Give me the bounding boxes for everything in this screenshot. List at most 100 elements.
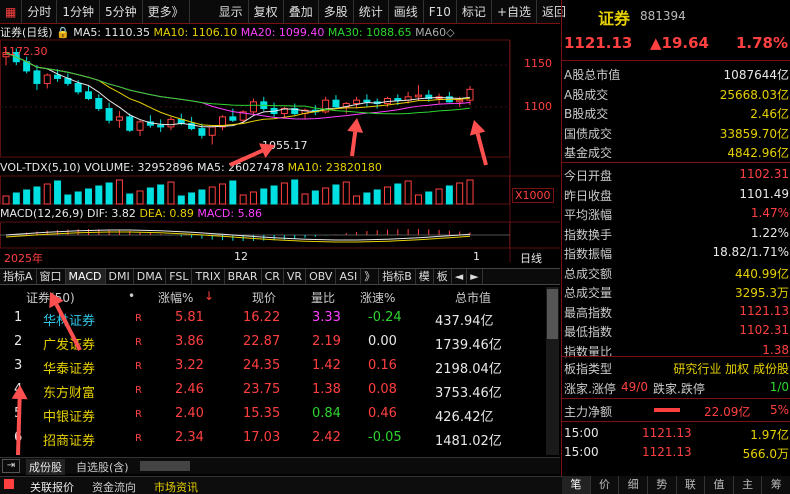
tab-more[interactable]: 更多》 [143, 0, 190, 24]
volume-bar [249, 191, 257, 205]
grid-icon[interactable]: ▦ [0, 0, 23, 24]
cell-price: 24.35 [243, 358, 281, 373]
cell-name: 华泰证券 [43, 362, 96, 377]
quote-tab[interactable]: 主 [734, 476, 763, 494]
stat-value: 1101.49 [739, 186, 789, 201]
table-row[interactable]: 5 中银证券 R 2.40 15.35 0.84 0.46 426.42亿 [0, 403, 545, 426]
hscroll-thumb[interactable] [140, 461, 190, 471]
indicator-tab[interactable]: DMI [106, 269, 134, 284]
cell-price: 16.22 [243, 310, 281, 325]
volume-bar [157, 184, 165, 205]
table-scrollbar[interactable] [546, 287, 559, 455]
stat-value: 1087644亿 [723, 68, 789, 82]
tab-intraday[interactable]: 分时 [22, 0, 58, 24]
stat-value: 1121.13 [739, 303, 789, 318]
table-row[interactable]: 1 华林证券 R 5.81 16.22 3.33 -0.24 437.94亿 [0, 307, 545, 330]
table-row[interactable]: 6 招商证券 R 2.34 17.03 2.42 -0.05 1481.02亿 [0, 427, 545, 450]
indicator-tab[interactable]: 板 [434, 269, 452, 284]
display-button[interactable]: 显示 [214, 0, 249, 24]
status-fundflow[interactable]: 资金流向 [92, 479, 136, 494]
tab-constituents[interactable]: 成份股 [26, 459, 65, 475]
volume-bar [177, 195, 185, 205]
col-speed[interactable]: 涨速% [360, 289, 395, 306]
indicator-tab[interactable]: 指标B [379, 269, 416, 284]
stat-value: 1.22% [750, 225, 789, 240]
indicator-tab[interactable]: OBV [306, 269, 337, 284]
main-pane-frame [0, 39, 510, 158]
toggle-panel-icon[interactable]: ⇥ [2, 459, 20, 473]
multi-stock-button[interactable]: 多股 [319, 0, 354, 24]
col-name[interactable]: 证券(50) [26, 289, 75, 306]
tab-5min[interactable]: 5分钟 [100, 0, 143, 24]
indicator-tab[interactable]: DMA [134, 269, 167, 284]
stat-row: 总成交量 3295.3万 [562, 282, 790, 301]
indicator-tab[interactable]: 》 [361, 269, 380, 284]
indicator-tab[interactable]: MACD [65, 269, 106, 284]
tick-price: 1121.13 [642, 445, 692, 459]
quote-tab[interactable]: 价 [591, 476, 620, 494]
col-vol-ratio[interactable]: 量比 [311, 289, 335, 306]
indicator-tab[interactable]: 指标A [0, 269, 37, 284]
add-watchlist-button[interactable]: +自选 [492, 0, 537, 24]
stats-button[interactable]: 统计 [354, 0, 389, 24]
indicator-tab[interactable]: CR [262, 269, 284, 284]
col-change[interactable]: 涨幅% [158, 289, 193, 306]
stat-value: 33859.70亿 [719, 126, 789, 141]
quote-tab[interactable]: 笔 [562, 476, 591, 494]
cell-idx: 2 [14, 334, 23, 349]
price-change: ▲19.64 [650, 34, 709, 52]
volume-bar [332, 184, 340, 205]
status-quote[interactable]: 关联报价 [30, 479, 74, 494]
col-price[interactable]: 现价 [252, 289, 276, 306]
tab-1min[interactable]: 1分钟 [57, 0, 100, 24]
quote-tab[interactable]: 联 [677, 476, 706, 494]
vol-ma5: MA5: 26027478 [196, 161, 285, 174]
sector-type-label: 板指类型 [564, 362, 613, 376]
ma30-legend: MA30: 1088.65 [327, 26, 412, 39]
indicator-tab[interactable]: VR [284, 269, 307, 284]
stat-value: 4842.96亿 [727, 146, 789, 160]
volume-bar [373, 189, 381, 205]
quote-tab[interactable]: 细 [619, 476, 648, 494]
mark-button[interactable]: 标记 [457, 0, 492, 24]
overlay-button[interactable]: 叠加 [284, 0, 319, 24]
adjust-button[interactable]: 复权 [249, 0, 284, 24]
stat-label: A股总市值 [564, 68, 621, 82]
table-row[interactable]: 2 广发证券 R 3.86 22.87 2.19 0.00 1739.46亿 [0, 331, 545, 354]
indicator-tab[interactable]: TRIX [192, 269, 225, 284]
tab-watchlist[interactable]: 自选股(含) [73, 459, 132, 475]
inflow-label: 主力净额 [564, 405, 613, 419]
cell-speed: 0.16 [368, 358, 397, 373]
volume-bar [74, 191, 82, 205]
indicator-tab[interactable]: 窗口 [37, 269, 66, 284]
table-row[interactable]: 4 东方财富 R 2.46 23.75 1.38 0.08 3753.46亿 [0, 379, 545, 402]
indicator-tab[interactable]: BRAR [225, 269, 262, 284]
candle-body [414, 94, 422, 98]
stat-row: A股成交 25668.03亿 [562, 84, 790, 103]
cell-idx: 6 [14, 430, 23, 445]
inflow-bar [654, 408, 680, 412]
draw-line-button[interactable]: 画线 [389, 0, 424, 24]
col-mcap[interactable]: 总市值 [455, 289, 491, 306]
chart-area[interactable]: 证券(日线) 🔒 MA5: 1110.35 MA10: 1106.10 MA20… [0, 24, 560, 265]
indicator-tab[interactable]: ◄ [452, 269, 468, 284]
quote-tab[interactable]: 筹 [762, 476, 790, 494]
f10-button[interactable]: F10 [424, 0, 457, 24]
volume-bar [188, 192, 196, 205]
scroll-thumb[interactable] [547, 289, 558, 339]
volume-bar [136, 190, 144, 205]
indicator-tab[interactable]: ASI [336, 269, 362, 284]
status-news[interactable]: 市场资讯 [154, 479, 198, 494]
cell-mcap: 3753.46亿 [435, 386, 502, 401]
volume-bar [404, 180, 412, 205]
quote-tab[interactable]: 势 [648, 476, 677, 494]
quote-tab[interactable]: 值 [705, 476, 734, 494]
sort-down-icon[interactable]: ↓ [204, 289, 214, 303]
indicator-tab[interactable]: ► [467, 269, 483, 284]
month-label-1: 1 [473, 250, 480, 263]
indicator-tab[interactable]: FSL [166, 269, 193, 284]
indicator-tab[interactable]: 模 [416, 269, 434, 284]
table-row[interactable]: 3 华泰证券 R 3.22 24.35 1.42 0.16 2198.04亿 [0, 355, 545, 378]
cell-speed: 0.08 [368, 382, 397, 397]
cell-vol-ratio: 0.84 [312, 406, 341, 421]
